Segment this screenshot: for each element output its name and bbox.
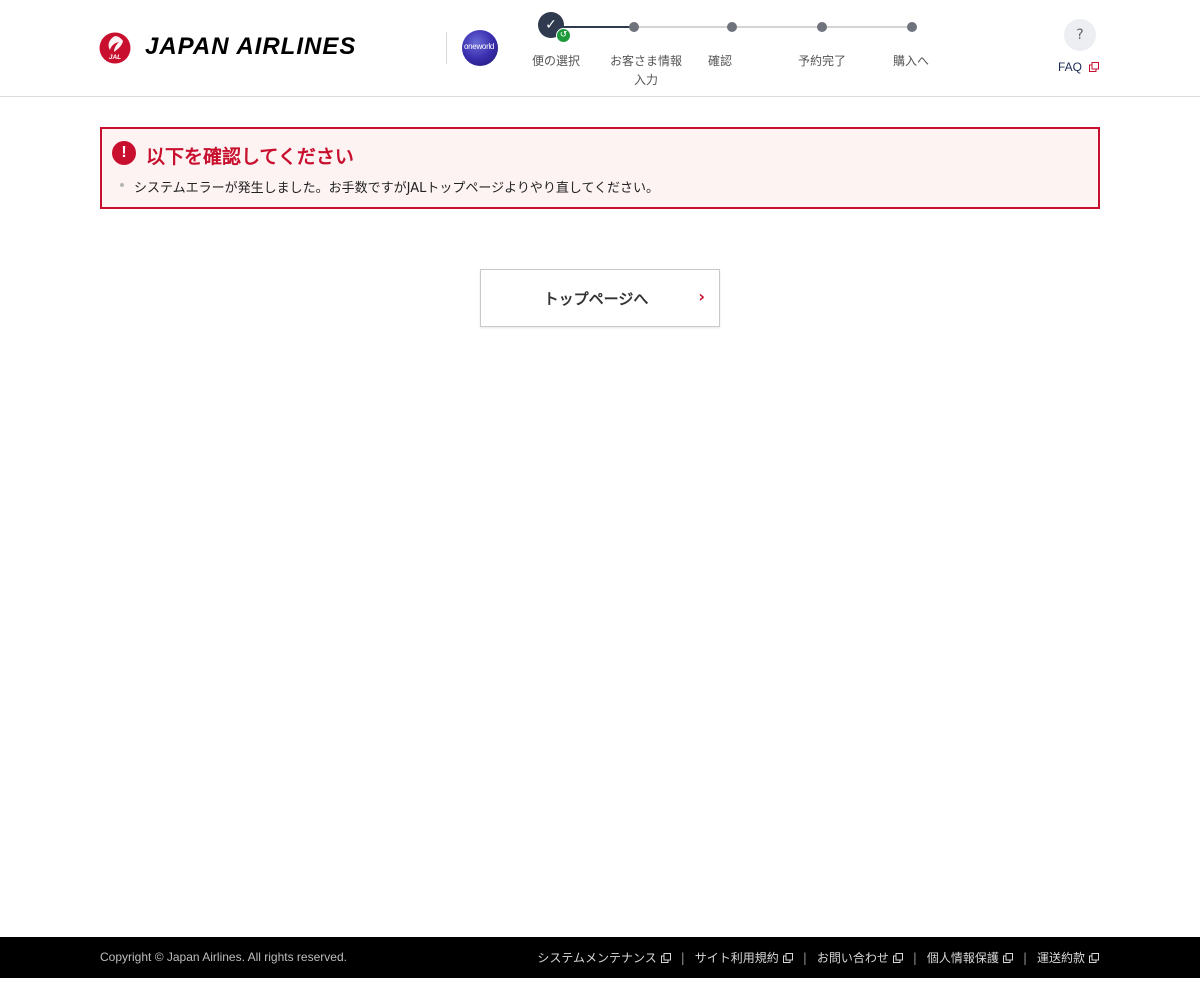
step-5-label: 購入へ: [892, 54, 929, 68]
top-page-button[interactable]: トップページへ ›: [480, 269, 720, 327]
brand-wordmark: JAPAN AIRLINES: [145, 33, 357, 60]
footer-link-label: 個人情報保護: [926, 951, 999, 965]
jal-crane-logo[interactable]: JAL: [99, 32, 131, 64]
step-2-dot: [629, 22, 639, 32]
chevron-right-icon: ›: [698, 287, 705, 306]
alert-message: システムエラーが発生しました。お手数ですがJALトップページよりやり直してくださ…: [134, 181, 660, 196]
step-1-label: 便の選択: [531, 54, 580, 68]
help-icon[interactable]: ?: [1064, 19, 1096, 51]
oneworld-logo-text: oneworld: [464, 42, 495, 51]
site-footer: Copyright © Japan Airlines. All rights r…: [0, 937, 1200, 978]
step-4-label: 予約完了: [797, 54, 846, 68]
step-1-return-icon[interactable]: ↺: [556, 28, 571, 43]
step-4-dot: [817, 22, 827, 32]
footer-separator: |: [680, 950, 685, 965]
footer-link-label: システムメンテナンス: [537, 951, 657, 965]
external-link-icon: [1089, 952, 1099, 963]
footer-separator: |: [1022, 950, 1027, 965]
footer-separator: |: [912, 950, 917, 965]
faq-link[interactable]: FAQ: [1058, 60, 1100, 74]
footer-link-terms[interactable]: サイト利用規約: [695, 949, 793, 966]
copyright-text: Copyright © Japan Airlines. All rights r…: [100, 950, 347, 964]
step-3-dot: [727, 22, 737, 32]
external-link-icon: [782, 952, 793, 963]
footer-separator: |: [802, 950, 807, 965]
external-link-icon: [892, 952, 903, 963]
error-alert: ! 以下を確認してください システムエラーが発生しました。お手数ですがJALトッ…: [100, 127, 1100, 209]
footer-link-label: お問い合わせ: [816, 951, 889, 965]
bullet-icon: [120, 183, 124, 187]
jal-crane-icon: JAL: [99, 32, 131, 64]
progress-stepper: ✓ ↺ 便の選択 お客さま情報 入力 確認 予約完了 購入へ: [520, 8, 940, 98]
footer-link-label: サイト利用規約: [694, 951, 779, 965]
footer-link-conditions-of-carriage[interactable]: 運送約款: [1037, 949, 1099, 966]
alert-title: 以下を確認してください: [146, 146, 354, 168]
external-link-icon: [660, 952, 671, 963]
stepper-track-pending: [634, 26, 912, 28]
footer-link-privacy[interactable]: 個人情報保護: [927, 949, 1013, 966]
exclamation-icon: !: [112, 141, 136, 165]
logo-divider: [446, 32, 447, 64]
step-5-dot: [907, 22, 917, 32]
footer-link-label: 運送約款: [1036, 951, 1085, 965]
footer-link-contact[interactable]: お問い合わせ: [817, 949, 903, 966]
oneworld-logo: oneworld: [462, 30, 498, 66]
footer-link-maintenance[interactable]: システムメンテナンス: [537, 949, 671, 966]
footer-links: システムメンテナンス | サイト利用規約 | お問い合わせ | 個人情報保護 |…: [537, 949, 1099, 966]
top-page-button-label: トップページへ: [543, 290, 649, 308]
external-link-icon: [1002, 952, 1013, 963]
faq-label: FAQ: [1058, 60, 1083, 74]
svg-text:JAL: JAL: [109, 54, 121, 61]
site-header: JAL JAPAN AIRLINES oneworld ✓ ↺ 便の選択 お客さ…: [0, 0, 1200, 97]
step-3-label: 確認: [707, 54, 732, 68]
external-link-icon: [1089, 62, 1100, 72]
